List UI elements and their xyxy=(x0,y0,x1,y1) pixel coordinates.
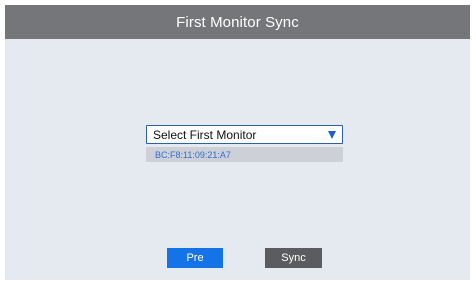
title-bar: First Monitor Sync xyxy=(5,5,470,39)
pre-button[interactable]: Pre xyxy=(167,248,223,268)
page-title: First Monitor Sync xyxy=(176,13,299,31)
monitor-list-item[interactable]: BC:F8:11:09:21:A7 xyxy=(146,147,343,162)
monitor-select-value: Select First Monitor xyxy=(153,127,257,142)
app-window: First Monitor Sync Select First Monitor … xyxy=(5,5,470,280)
triangle-down-icon[interactable] xyxy=(328,130,336,139)
monitor-mac-address: BC:F8:11:09:21:A7 xyxy=(155,149,231,160)
monitor-select-dropdown[interactable]: Select First Monitor xyxy=(146,125,343,144)
sync-button[interactable]: Sync xyxy=(265,248,322,268)
